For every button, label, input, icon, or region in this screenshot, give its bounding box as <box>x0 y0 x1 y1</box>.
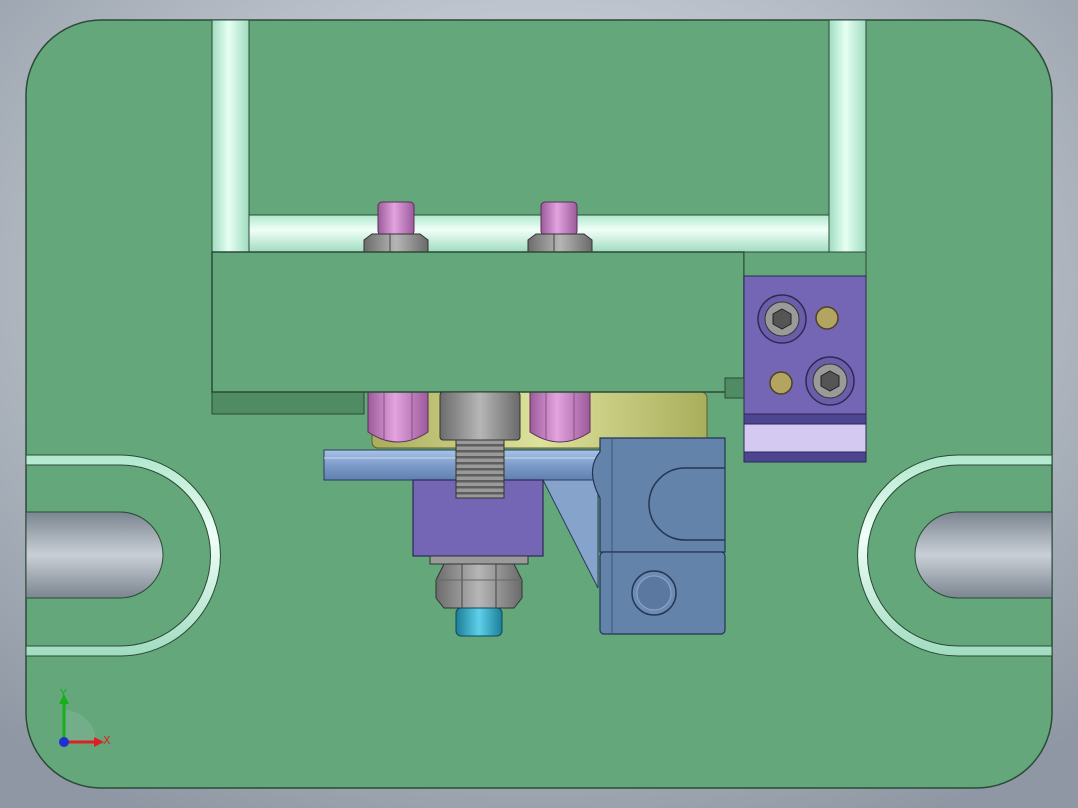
dowel-pin-top[interactable] <box>815 306 839 330</box>
mounting-block[interactable] <box>211 251 745 415</box>
lower-pink-nut-right[interactable] <box>529 391 591 443</box>
frame-left-post <box>211 19 250 253</box>
socket-screw-top[interactable] <box>757 294 807 344</box>
bottom-hex-nut[interactable] <box>429 555 529 609</box>
contact-tip[interactable] <box>455 607 503 637</box>
side-bracket[interactable] <box>743 251 867 463</box>
clamp-body[interactable] <box>591 437 726 635</box>
socket-screw-bottom[interactable] <box>805 356 855 406</box>
lower-pink-nut-left[interactable] <box>367 391 429 443</box>
frame-right-post <box>828 19 867 253</box>
z-axis-dot <box>59 737 69 747</box>
cad-viewport[interactable]: X Y <box>0 0 1078 808</box>
y-axis-label: Y <box>59 687 67 700</box>
dowel-pin-bottom[interactable] <box>769 371 793 395</box>
x-axis-label: X <box>103 734 111 747</box>
